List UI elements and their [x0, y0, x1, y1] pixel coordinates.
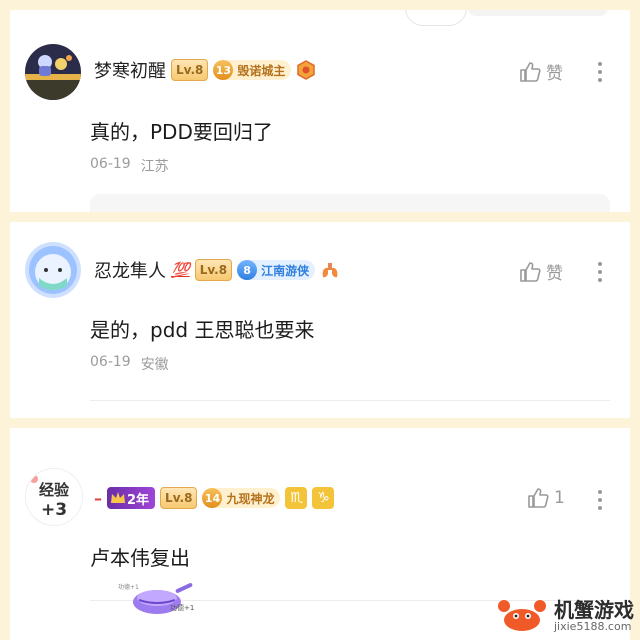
comment-card-2: 忍龙隼人 💯 Lv.8 8 江南游侠 是的，pdd 王思聪也要来 06-19 安…: [10, 222, 630, 418]
fan-badge-title: 九现神龙: [226, 491, 275, 506]
like-label: 赞: [546, 264, 563, 284]
watermark-url: jixie5188.com: [554, 620, 632, 633]
lungs-icon: [320, 260, 340, 280]
years-badge-label: 2年: [127, 492, 150, 508]
thumbs-up-icon: [528, 488, 549, 508]
user-info-row: 忍龙隼人 💯 Lv.8 8 江南游侠: [94, 256, 340, 284]
fan-badge-title: 毁诺城主: [237, 63, 286, 78]
comment-meta: 06-19 安徽: [90, 354, 169, 374]
hexagon-medal-icon: [296, 60, 316, 80]
comment-meta: 06-19 江苏: [90, 156, 169, 176]
comment-location: 安徽: [140, 357, 169, 373]
comment-date: 06-19: [90, 354, 131, 370]
fan-badge: 8 江南游侠: [237, 260, 316, 280]
thumbs-up-icon: [520, 261, 541, 282]
previous-reply-box: [468, 10, 608, 16]
like-button[interactable]: 赞: [518, 59, 563, 84]
fan-badge: 13 毁诺城主: [213, 60, 292, 80]
watermark-text: 机蟹游戏 jixie5188.com: [554, 599, 634, 633]
comment-date: 06-19: [90, 156, 131, 172]
more-options-icon[interactable]: [597, 62, 603, 82]
avatar[interactable]: 经验 +3: [25, 468, 83, 526]
level-badge: Lv.8: [160, 487, 198, 509]
more-options-icon[interactable]: [597, 262, 603, 282]
years-badge: 2年: [107, 487, 156, 509]
comment-card-1: 梦寒初醒 Lv.8 13 毁诺城主 真的，PDD要回归了 06-19 江苏 赞: [10, 10, 630, 212]
username-dash[interactable]: –: [94, 489, 102, 508]
fan-badge: 14 九现神龙: [202, 488, 281, 508]
avatar[interactable]: [25, 44, 81, 100]
merit-label-small: 功德+1: [118, 584, 139, 591]
fan-badge-number: 13: [213, 60, 234, 80]
level-badge: Lv.8: [194, 259, 233, 281]
previous-reply-pill: [405, 10, 467, 26]
like-button[interactable]: 1: [526, 486, 565, 510]
merit-label: 功德+1: [170, 604, 195, 612]
comment-text: 真的，PDD要回归了: [90, 120, 273, 144]
fan-badge-title: 江南游侠: [261, 263, 310, 278]
avatar[interactable]: [25, 242, 81, 298]
crown-icon: [111, 492, 125, 503]
user-info-row: 梦寒初醒 Lv.8 13 毁诺城主: [94, 56, 316, 84]
like-button[interactable]: 赞: [518, 259, 563, 284]
comment-text: 是的，pdd 王思聪也要来: [90, 318, 315, 342]
comment-text: 卢本伟复出: [90, 546, 190, 570]
more-options-icon[interactable]: [597, 490, 603, 510]
user-info-row: – 2年 Lv.8 14 九现神龙 ♏ ♑: [94, 484, 335, 512]
fan-badge-number: 14: [202, 488, 223, 508]
divider: [90, 400, 610, 401]
scorpio-icon: ♏: [285, 487, 308, 509]
hundred-points-emoji: 💯: [171, 261, 190, 279]
like-label: 赞: [546, 64, 563, 84]
comment-location: 江苏: [140, 159, 169, 175]
reply-preview-box[interactable]: [90, 194, 610, 212]
svg-text:经验: 经验: [39, 481, 70, 499]
like-count: 1: [554, 488, 565, 508]
username[interactable]: 忍龙隼人: [94, 257, 166, 283]
thumbs-up-icon: [520, 61, 541, 82]
watermark: 机蟹游戏 jixie5188.com: [494, 596, 634, 636]
fan-badge-number: 8: [237, 260, 258, 280]
capricorn-icon: ♑: [312, 487, 335, 509]
level-badge: Lv.8: [171, 59, 209, 81]
svg-text:+3: +3: [41, 500, 67, 520]
username[interactable]: 梦寒初醒: [94, 57, 166, 83]
crab-logo-icon: [498, 600, 546, 631]
watermark-brand: 机蟹游戏: [554, 598, 634, 622]
